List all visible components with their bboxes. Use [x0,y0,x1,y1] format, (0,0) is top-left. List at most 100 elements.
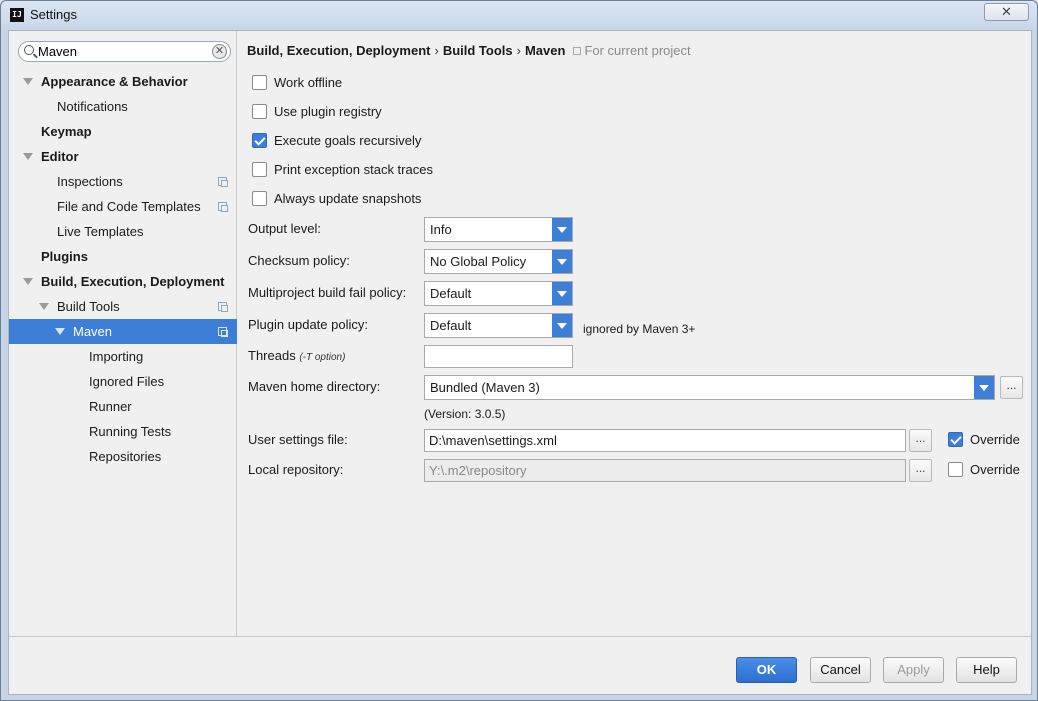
checkbox-label: Print exception stack traces [274,162,433,177]
threads-input[interactable] [424,345,573,368]
checkbox-box[interactable] [252,162,267,177]
sidebar-item-label: Maven [73,324,113,339]
override-checkbox[interactable] [948,432,963,447]
project-scope-icon [218,327,228,337]
checkbox-box[interactable] [252,133,267,148]
breadcrumb-separator: › [516,43,521,58]
select-value: No Global Policy [430,254,527,269]
sidebar-item-label: File and Code Templates [57,199,201,214]
expand-arrow-icon[interactable] [23,78,33,85]
breadcrumb-separator: › [434,43,439,58]
sidebar-item-editor[interactable]: Editor [9,144,237,169]
settings-sidebar: ✕ Appearance & Behavior Notifications Keym… [9,31,237,636]
select-value: Info [430,222,452,237]
sidebar-item-label: Ignored Files [89,374,165,389]
sidebar-item-maven[interactable]: Maven [9,319,237,344]
sidebar-item-label: Repositories [89,449,162,464]
checkbox-label: Use plugin registry [274,104,382,119]
checksum-policy-select[interactable]: No Global Policy [424,249,573,274]
local-repo-input[interactable]: Y:\.m2\repository [424,459,906,482]
sidebar-item-running-tests[interactable]: Running Tests [9,419,237,444]
breadcrumb-part: Build Tools [442,43,513,58]
sidebar-item-label: Build, Execution, Deployment [41,274,225,289]
output-level-select[interactable]: Info [424,217,573,242]
project-scope-icon [573,47,582,55]
sidebar-item-ignored-files[interactable]: Ignored Files [9,369,237,394]
checkbox-label: Work offline [274,75,343,90]
chevron-down-icon[interactable] [552,250,572,273]
sidebar-item-label: Editor [41,149,79,164]
threads-label: Threads (-T option) [248,347,345,365]
checkbox-label: Execute goals recursively [274,133,422,148]
cancel-button[interactable]: Cancel [810,657,871,683]
breadcrumb-part: Build, Execution, Deployment [247,43,431,58]
update-policy-note: ignored by Maven 3+ [583,322,696,336]
sidebar-item-label: Build Tools [57,299,120,314]
chevron-down-icon[interactable] [552,282,572,305]
dialog-footer: OK Cancel Apply Help [9,636,1031,694]
checkbox-box[interactable] [252,191,267,206]
update-policy-label: Plugin update policy: [248,317,368,332]
sidebar-item-label: Importing [89,349,144,364]
fail-policy-select[interactable]: Default [424,281,573,306]
sidebar-item-notifications[interactable]: Notifications [9,94,237,119]
checkbox-label: Always update snapshots [274,191,422,206]
expand-arrow-icon[interactable] [23,153,33,160]
maven-version: (Version: 3.0.5) [424,407,506,421]
chevron-down-icon[interactable] [552,314,572,337]
sidebar-item-build-execution-deployment[interactable]: Build, Execution, Deployment [9,269,237,294]
expand-arrow-icon[interactable] [23,278,33,285]
browse-settings-button[interactable]: ... [909,429,932,452]
checkbox-box[interactable] [252,104,267,119]
output-level-label: Output level: [248,221,321,236]
sidebar-item-keymap[interactable]: Keymap [9,119,237,144]
user-settings-input[interactable]: D:\maven\settings.xml [424,429,906,452]
sidebar-item-live-templates[interactable]: Live Templates [9,219,237,244]
project-scope-icon [218,177,228,187]
chevron-down-icon[interactable] [552,218,572,241]
settings-window: IJ Settings ✕ ✕ Appearance & Behavior Not… [0,0,1038,701]
sidebar-item-runner[interactable]: Runner [9,394,237,419]
maven-settings-panel: Build, Execution, Deployment › Build Tools… [238,31,1033,636]
scope-text: For current project [584,43,691,58]
settings-search[interactable]: ✕ [18,41,231,62]
expand-arrow-icon[interactable] [39,303,49,310]
threads-hint: (-T option) [299,352,346,363]
clear-search-icon[interactable]: ✕ [212,44,227,59]
intellij-icon: IJ [10,8,24,22]
browse-maven-home-button[interactable]: ... [1000,376,1023,399]
title-bar: IJ Settings ✕ [1,1,1037,29]
override-checkbox[interactable] [948,462,963,477]
apply-button[interactable]: Apply [883,657,944,683]
local-repo-label: Local repository: [248,462,344,477]
sidebar-item-repositories[interactable]: Repositories [9,444,237,469]
close-button[interactable]: ✕ [984,3,1029,21]
select-value: Bundled (Maven 3) [430,380,540,395]
update-policy-select[interactable]: Default [424,313,573,338]
sidebar-item-build-tools[interactable]: Build Tools [9,294,237,319]
user-settings-label: User settings file: [248,432,348,447]
sidebar-item-importing[interactable]: Importing [9,344,237,369]
search-input[interactable] [38,43,208,60]
override-label: Override [970,432,1020,447]
select-value: Default [430,286,472,301]
fail-policy-label: Multiproject build fail policy: [248,285,407,300]
browse-repo-button[interactable]: ... [909,459,932,482]
select-value: Default [430,318,472,333]
sidebar-item-appearance-behavior[interactable]: Appearance & Behavior [9,69,237,94]
maven-home-select[interactable]: Bundled (Maven 3) [424,375,995,400]
chevron-down-icon[interactable] [974,376,994,399]
breadcrumb-part: Maven [524,43,566,58]
project-scope-icon [218,302,228,312]
checkbox-box[interactable] [252,75,267,90]
sidebar-item-inspections[interactable]: Inspections [9,169,237,194]
expand-arrow-icon[interactable] [55,328,65,335]
sidebar-item-plugins[interactable]: Plugins [9,244,237,269]
sidebar-item-file-code-templates[interactable]: File and Code Templates [9,194,237,219]
ok-button[interactable]: OK [736,657,797,683]
sidebar-item-label: Keymap [41,124,92,139]
override-label: Override [970,462,1020,477]
help-button[interactable]: Help [956,657,1017,683]
sidebar-item-label: Notifications [57,99,128,114]
search-icon [24,45,34,55]
